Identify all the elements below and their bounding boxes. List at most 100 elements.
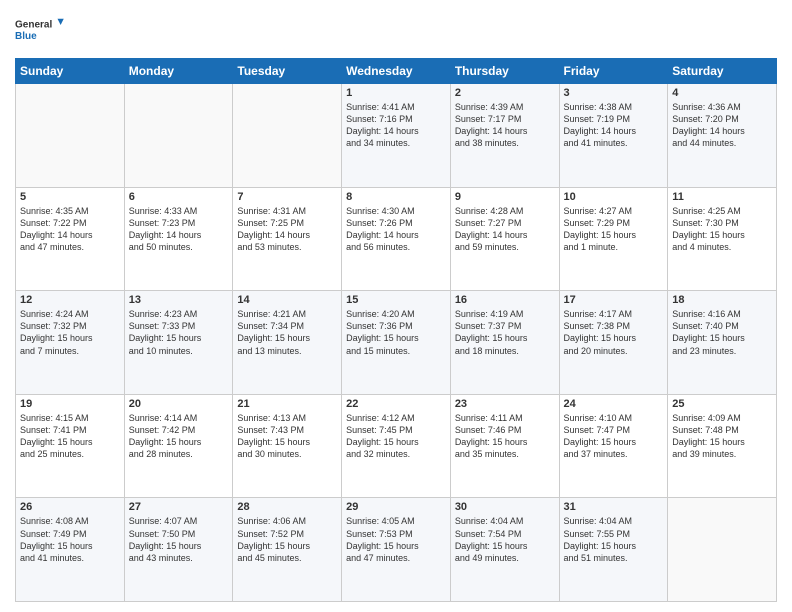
day-info: Sunrise: 4:09 AM Sunset: 7:48 PM Dayligh…	[672, 412, 772, 461]
svg-text:General: General	[15, 20, 52, 31]
table-cell: 2 Sunrise: 4:39 AM Sunset: 7:17 PM Daylig…	[450, 84, 559, 188]
day-info: Sunrise: 4:16 AM Sunset: 7:40 PM Dayligh…	[672, 308, 772, 357]
table-cell: 23 Sunrise: 4:11 AM Sunset: 7:46 PM Dayli…	[450, 394, 559, 498]
table-cell: 16 Sunrise: 4:19 AM Sunset: 7:37 PM Dayli…	[450, 291, 559, 395]
week-row-2: 5 Sunrise: 4:35 AM Sunset: 7:22 PM Daylig…	[16, 187, 777, 291]
table-cell: 3 Sunrise: 4:38 AM Sunset: 7:19 PM Daylig…	[559, 84, 668, 188]
day-info: Sunrise: 4:23 AM Sunset: 7:33 PM Dayligh…	[129, 308, 229, 357]
table-cell: 28 Sunrise: 4:06 AM Sunset: 7:52 PM Dayli…	[233, 498, 342, 602]
header-tuesday: Tuesday	[233, 59, 342, 84]
day-number: 23	[455, 398, 555, 410]
day-number: 6	[129, 191, 229, 203]
table-cell: 21Sunrise: 4:13 AM Sunset: 7:43 PM Dayli…	[233, 394, 342, 498]
day-number: 2	[455, 87, 555, 99]
calendar-body: 1Sunrise: 4:41 AM Sunset: 7:16 PM Daylig…	[16, 84, 777, 602]
calendar-header-row: SundayMondayTuesdayWednesdayThursdayFrid…	[16, 59, 777, 84]
day-number: 7	[237, 191, 337, 203]
day-info: Sunrise: 4:35 AM Sunset: 7:22 PM Dayligh…	[20, 205, 120, 254]
day-info: Sunrise: 4:36 AM Sunset: 7:20 PM Dayligh…	[672, 101, 772, 150]
day-number: 14	[237, 294, 337, 306]
header-wednesday: Wednesday	[342, 59, 451, 84]
day-number: 11	[672, 191, 772, 203]
day-number: 17	[564, 294, 664, 306]
day-number: 10	[564, 191, 664, 203]
table-cell: 24Sunrise: 4:10 AM Sunset: 7:47 PM Dayli…	[559, 394, 668, 498]
day-info: Sunrise: 4:12 AM Sunset: 7:45 PM Dayligh…	[346, 412, 446, 461]
day-number: 16	[455, 294, 555, 306]
table-cell: 10Sunrise: 4:27 AM Sunset: 7:29 PM Dayli…	[559, 187, 668, 291]
table-cell: 5 Sunrise: 4:35 AM Sunset: 7:22 PM Daylig…	[16, 187, 125, 291]
day-number: 27	[129, 501, 229, 513]
week-row-5: 26 Sunrise: 4:08 AM Sunset: 7:49 PM Dayli…	[16, 498, 777, 602]
svg-text:Blue: Blue	[15, 31, 37, 42]
day-info: Sunrise: 4:19 AM Sunset: 7:37 PM Dayligh…	[455, 308, 555, 357]
table-cell: 29 Sunrise: 4:05 AM Sunset: 7:53 PM Dayli…	[342, 498, 451, 602]
day-number: 26	[20, 501, 120, 513]
day-number: 9	[455, 191, 555, 203]
day-number: 8	[346, 191, 446, 203]
day-number: 31	[564, 501, 664, 513]
day-info: Sunrise: 4:31 AM Sunset: 7:25 PM Dayligh…	[237, 205, 337, 254]
table-cell	[124, 84, 233, 188]
day-info: Sunrise: 4:28 AM Sunset: 7:27 PM Dayligh…	[455, 205, 555, 254]
table-cell: 7 Sunrise: 4:31 AM Sunset: 7:25 PM Daylig…	[233, 187, 342, 291]
day-number: 21	[237, 398, 337, 410]
table-cell: 20 Sunrise: 4:14 AM Sunset: 7:42 PM Dayli…	[124, 394, 233, 498]
day-number: 4	[672, 87, 772, 99]
day-info: Sunrise: 4:24 AM Sunset: 7:32 PM Dayligh…	[20, 308, 120, 357]
day-number: 15	[346, 294, 446, 306]
header-monday: Monday	[124, 59, 233, 84]
day-info: Sunrise: 4:04 AM Sunset: 7:55 PM Dayligh…	[564, 515, 664, 564]
day-number: 24	[564, 398, 664, 410]
header-thursday: Thursday	[450, 59, 559, 84]
day-info: Sunrise: 4:17 AM Sunset: 7:38 PM Dayligh…	[564, 308, 664, 357]
day-number: 20	[129, 398, 229, 410]
table-cell: 6 Sunrise: 4:33 AM Sunset: 7:23 PM Daylig…	[124, 187, 233, 291]
day-info: Sunrise: 4:08 AM Sunset: 7:49 PM Dayligh…	[20, 515, 120, 564]
table-cell: 13 Sunrise: 4:23 AM Sunset: 7:33 PM Dayli…	[124, 291, 233, 395]
table-cell: 18Sunrise: 4:16 AM Sunset: 7:40 PM Dayli…	[668, 291, 777, 395]
table-cell: 15Sunrise: 4:20 AM Sunset: 7:36 PM Dayli…	[342, 291, 451, 395]
header-friday: Friday	[559, 59, 668, 84]
table-cell	[668, 498, 777, 602]
day-number: 5	[20, 191, 120, 203]
day-info: Sunrise: 4:33 AM Sunset: 7:23 PM Dayligh…	[129, 205, 229, 254]
header-sunday: Sunday	[16, 59, 125, 84]
week-row-1: 1Sunrise: 4:41 AM Sunset: 7:16 PM Daylig…	[16, 84, 777, 188]
day-info: Sunrise: 4:07 AM Sunset: 7:50 PM Dayligh…	[129, 515, 229, 564]
table-cell: 25 Sunrise: 4:09 AM Sunset: 7:48 PM Dayli…	[668, 394, 777, 498]
day-number: 29	[346, 501, 446, 513]
day-number: 28	[237, 501, 337, 513]
table-cell	[16, 84, 125, 188]
day-info: Sunrise: 4:11 AM Sunset: 7:46 PM Dayligh…	[455, 412, 555, 461]
day-info: Sunrise: 4:15 AM Sunset: 7:41 PM Dayligh…	[20, 412, 120, 461]
logo: General Blue	[15, 10, 65, 50]
day-info: Sunrise: 4:30 AM Sunset: 7:26 PM Dayligh…	[346, 205, 446, 254]
table-cell: 8 Sunrise: 4:30 AM Sunset: 7:26 PM Daylig…	[342, 187, 451, 291]
day-info: Sunrise: 4:05 AM Sunset: 7:53 PM Dayligh…	[346, 515, 446, 564]
table-cell: 22 Sunrise: 4:12 AM Sunset: 7:45 PM Dayli…	[342, 394, 451, 498]
header-saturday: Saturday	[668, 59, 777, 84]
day-info: Sunrise: 4:04 AM Sunset: 7:54 PM Dayligh…	[455, 515, 555, 564]
day-info: Sunrise: 4:38 AM Sunset: 7:19 PM Dayligh…	[564, 101, 664, 150]
table-cell	[233, 84, 342, 188]
day-number: 13	[129, 294, 229, 306]
day-info: Sunrise: 4:14 AM Sunset: 7:42 PM Dayligh…	[129, 412, 229, 461]
table-cell: 17 Sunrise: 4:17 AM Sunset: 7:38 PM Dayli…	[559, 291, 668, 395]
day-info: Sunrise: 4:06 AM Sunset: 7:52 PM Dayligh…	[237, 515, 337, 564]
page-header: General Blue	[15, 10, 777, 50]
day-number: 22	[346, 398, 446, 410]
table-cell: 4 Sunrise: 4:36 AM Sunset: 7:20 PM Daylig…	[668, 84, 777, 188]
day-info: Sunrise: 4:25 AM Sunset: 7:30 PM Dayligh…	[672, 205, 772, 254]
day-info: Sunrise: 4:39 AM Sunset: 7:17 PM Dayligh…	[455, 101, 555, 150]
day-number: 3	[564, 87, 664, 99]
table-cell: 19 Sunrise: 4:15 AM Sunset: 7:41 PM Dayli…	[16, 394, 125, 498]
table-cell: 27 Sunrise: 4:07 AM Sunset: 7:50 PM Dayli…	[124, 498, 233, 602]
day-number: 19	[20, 398, 120, 410]
day-number: 12	[20, 294, 120, 306]
day-info: Sunrise: 4:41 AM Sunset: 7:16 PM Dayligh…	[346, 101, 446, 150]
table-cell: 12 Sunrise: 4:24 AM Sunset: 7:32 PM Dayli…	[16, 291, 125, 395]
day-number: 25	[672, 398, 772, 410]
calendar-table: SundayMondayTuesdayWednesdayThursdayFrid…	[15, 58, 777, 602]
logo-svg: General Blue	[15, 10, 65, 50]
